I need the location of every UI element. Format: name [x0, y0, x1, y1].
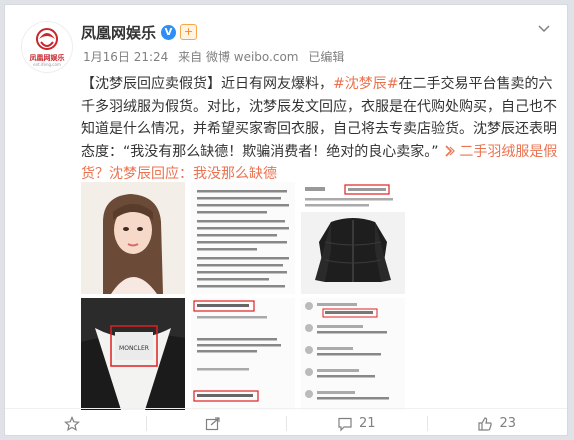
- weibo-post-card: 凤凰网娱乐 ent.ifeng.com 凤凰网娱乐 V + 1月16日 21:2…: [4, 4, 568, 436]
- like-button[interactable]: 23: [426, 409, 568, 438]
- edited-label[interactable]: 已编辑: [308, 50, 344, 64]
- action-bar: 21 23: [5, 408, 567, 438]
- jacket-screenshot[interactable]: [301, 182, 405, 294]
- comment-button[interactable]: 21: [286, 409, 427, 438]
- post-body: 【沈梦辰回应卖假货】近日有网友爆料，#沈梦辰#在二手交易平台售卖的六千多羽绒服为…: [81, 73, 559, 186]
- brand-label-photo[interactable]: MONCLER: [81, 298, 185, 410]
- brand-label-text: MONCLER: [119, 345, 149, 352]
- follow-icon[interactable]: +: [180, 24, 198, 40]
- chat-screenshot-1[interactable]: [191, 182, 295, 294]
- link-icon: [443, 143, 455, 157]
- chat-screenshot-2[interactable]: [191, 298, 295, 410]
- comments-screenshot[interactable]: [301, 298, 405, 410]
- image-grid: MONCLER: [81, 182, 407, 410]
- comment-icon: [338, 417, 352, 431]
- chevron-down-icon[interactable]: [535, 21, 553, 39]
- post-source[interactable]: 来自 微博 weibo.com: [178, 50, 298, 64]
- avatar[interactable]: 凤凰网娱乐 ent.ifeng.com: [21, 21, 73, 73]
- post-meta: 1月16日 21:24 来自 微博 weibo.com 已编辑: [83, 48, 350, 65]
- like-count: 23: [499, 416, 517, 431]
- verified-badge-icon: V: [161, 24, 177, 40]
- avatar-logo-subtext: ent.ifeng.com: [33, 62, 61, 67]
- like-icon: [478, 416, 493, 431]
- body-text-intro: 【沈梦辰回应卖假货】近日有网友爆料，: [81, 76, 333, 92]
- comment-count: 21: [358, 416, 376, 431]
- forward-icon: [205, 416, 220, 430]
- star-icon: [64, 415, 81, 431]
- hashtag-link[interactable]: #沈梦辰#: [333, 76, 398, 92]
- author-row: 凤凰网娱乐 V +: [81, 22, 198, 43]
- favorite-button[interactable]: [5, 409, 146, 438]
- forward-button[interactable]: [145, 409, 287, 438]
- photo-portrait[interactable]: [81, 182, 185, 294]
- post-time[interactable]: 1月16日 21:24: [83, 50, 168, 64]
- author-name[interactable]: 凤凰网娱乐: [81, 22, 156, 43]
